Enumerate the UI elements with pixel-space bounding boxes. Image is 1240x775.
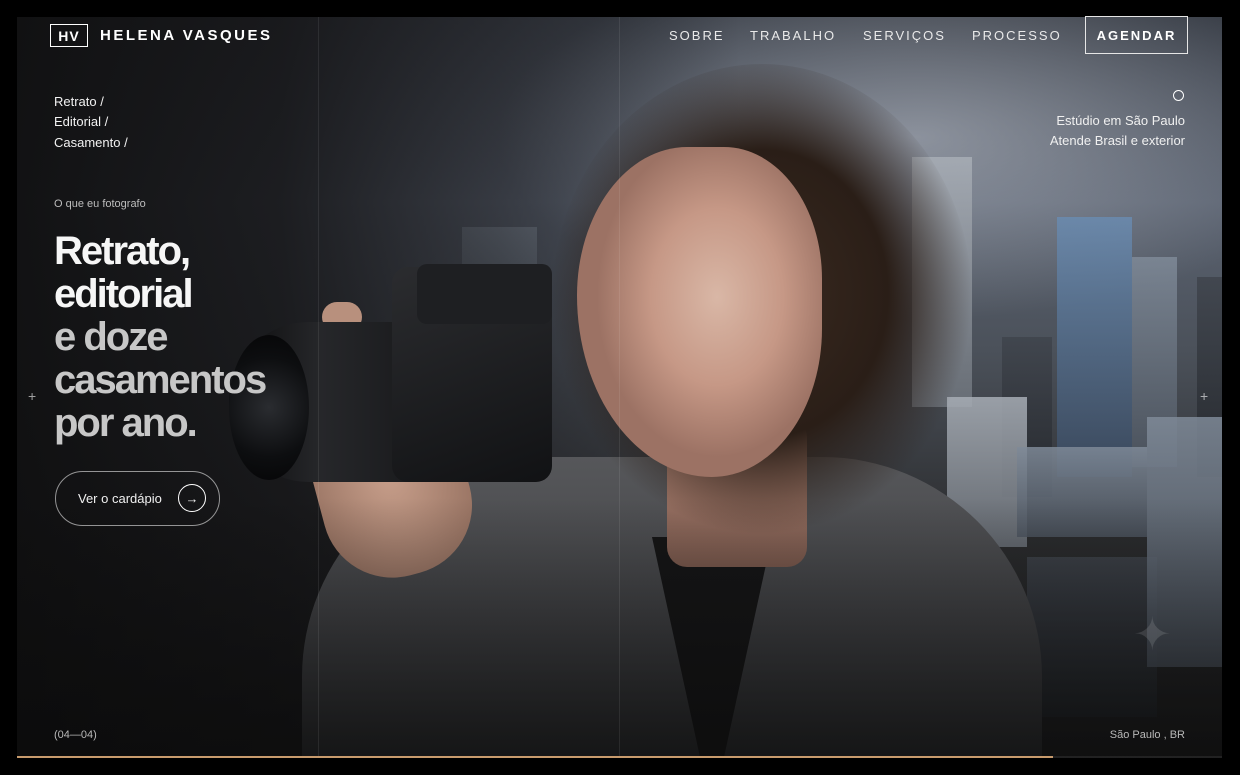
camera-top (417, 264, 552, 324)
footer-location: São Paulo , BR (1109, 729, 1185, 741)
slide-progress-bar (17, 756, 1222, 758)
logo-mark[interactable]: HV (50, 24, 88, 47)
nav-link-trabalho[interactable]: TRABALHO (750, 28, 836, 43)
slide-counter: (04—04) (54, 729, 97, 741)
agendar-button[interactable]: AGENDAR (1085, 16, 1188, 54)
nav-link-sobre[interactable]: SOBRE (669, 28, 725, 43)
circle-icon (1173, 90, 1184, 101)
breadcrumb-retrato[interactable]: Retrato / (54, 94, 104, 109)
plus-icon: + (1200, 388, 1209, 404)
studio-location: Estúdio em São Paulo (1056, 113, 1185, 128)
grid-line (619, 17, 620, 758)
top-nav: HV HELENA VASQUES SOBRE TRABALHO SERVIÇO… (0, 0, 1240, 70)
nav-link-servicos[interactable]: SERVIÇOS (863, 28, 946, 43)
arrow-right-icon: → (178, 484, 206, 512)
headline-line: editorial (54, 272, 194, 316)
ver-cardapio-button[interactable]: Ver o cardápio → (55, 471, 220, 526)
slide-progress-fill (17, 756, 1054, 758)
hero-headline: Retrato, editorial e doze casamentos por… (54, 229, 267, 445)
grid-line (318, 17, 319, 758)
studio-coverage: Atende Brasil e exterior (1049, 133, 1185, 148)
breadcrumb-editorial[interactable]: Editorial / (54, 114, 108, 129)
breadcrumb-casamento[interactable]: Casamento / (54, 135, 128, 150)
headline-line: Retrato, (54, 229, 191, 273)
headline-line: e doze (54, 315, 168, 359)
headline-line: por ano. (54, 401, 198, 445)
plus-icon: + (28, 388, 37, 404)
sparkle-icon: ✦ (1133, 608, 1172, 660)
hero-kicker: O que eu fotografo (54, 198, 146, 210)
ver-cardapio-label: Ver o cardápio (78, 491, 162, 506)
headline-line: casamentos (54, 358, 267, 402)
brand-name[interactable]: HELENA VASQUES (100, 27, 273, 44)
nav-link-processo[interactable]: PROCESSO (972, 28, 1062, 43)
